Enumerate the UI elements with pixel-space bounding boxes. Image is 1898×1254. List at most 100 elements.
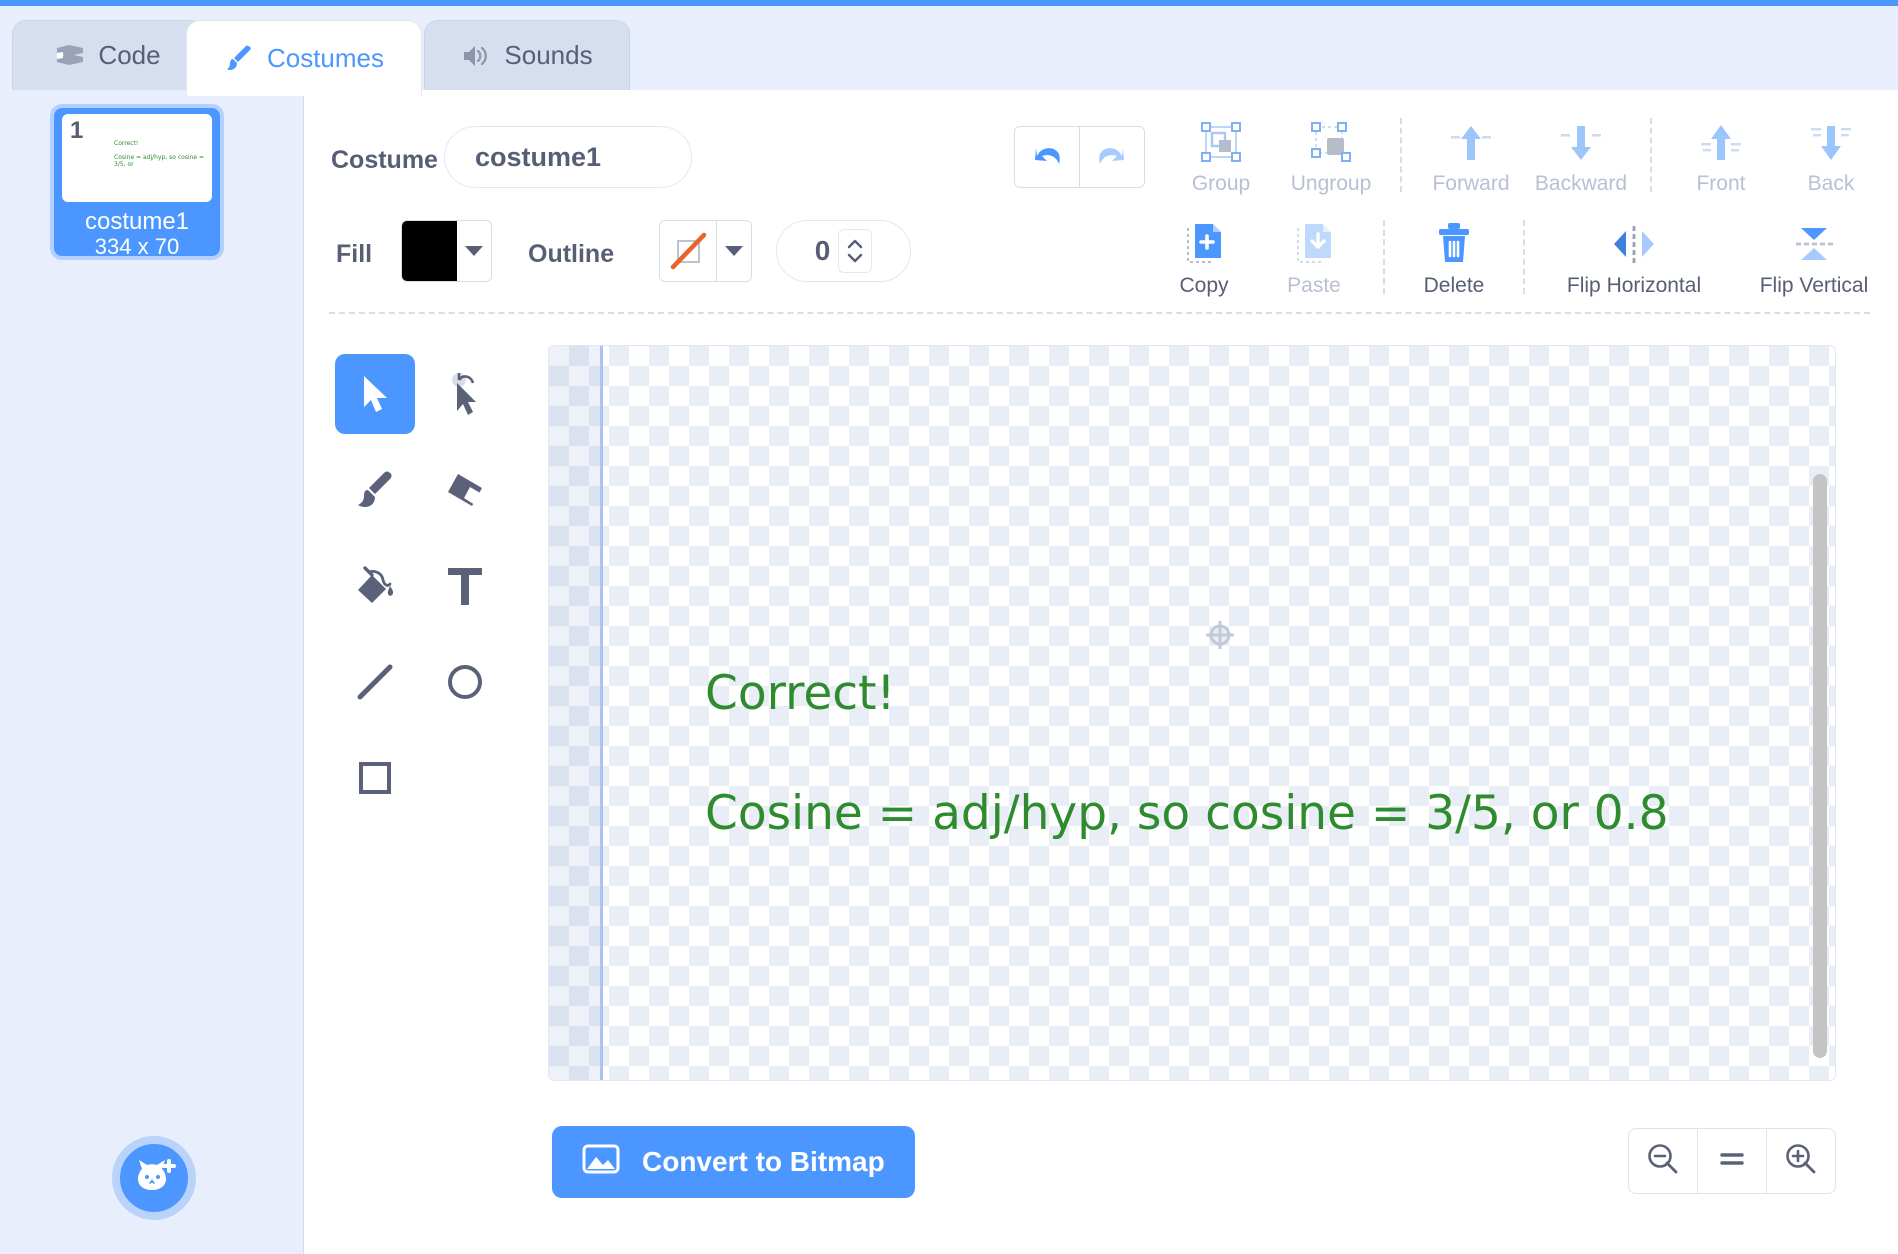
- costume-item-size: 334 x 70: [94, 234, 180, 259]
- back-button[interactable]: Back: [1776, 118, 1886, 196]
- paint-canvas[interactable]: Correct! Cosine = adj/hyp, so cosine = 3…: [548, 345, 1836, 1081]
- undo-button[interactable]: [1015, 127, 1080, 187]
- rectangle-icon: [359, 762, 391, 794]
- backward-button[interactable]: Backward: [1526, 118, 1636, 196]
- zoom-in-button[interactable]: [1766, 1129, 1835, 1193]
- outline-chevron-down-icon: [717, 221, 751, 281]
- chevron-down-icon: [848, 253, 863, 263]
- reshape-icon: [452, 373, 476, 415]
- tab-costumes[interactable]: Costumes: [186, 20, 422, 96]
- canvas-text-line-1: Correct!: [705, 666, 896, 721]
- circle-icon: [448, 665, 482, 699]
- crosshair-icon: [1203, 618, 1237, 652]
- ungroup-button[interactable]: Ungroup: [1276, 118, 1386, 196]
- canvas-vertical-scrollbar[interactable]: [1813, 474, 1827, 1058]
- trash-icon: [1433, 220, 1475, 266]
- backward-label: Backward: [1534, 172, 1628, 195]
- tool-fill[interactable]: [330, 538, 420, 634]
- costume-list-item-1[interactable]: 1 Correct! Cosine = adj/hyp, so cosine =…: [50, 104, 224, 260]
- palette-row-3: [330, 538, 510, 634]
- stroke-width-value: 0: [814, 235, 831, 266]
- costume-name-label: Costume: [331, 146, 438, 174]
- paste-button[interactable]: Paste: [1259, 220, 1369, 298]
- toolbar-horizontal-divider: [329, 312, 1870, 314]
- scratch-costume-editor: Code Costumes Sounds 1 Correct! Cosine =…: [0, 0, 1898, 1254]
- edit-tool-group: Copy Paste Delete Flip Horizontal Flip V…: [1149, 220, 1898, 298]
- image-icon: [582, 1143, 620, 1182]
- back-arrow-icon: [1809, 118, 1853, 164]
- backward-arrow-icon: [1559, 118, 1603, 164]
- redo-arrow-icon: [1094, 140, 1130, 175]
- speaker-icon: [461, 43, 491, 69]
- fill-color-button[interactable]: [401, 220, 492, 282]
- flip-horizontal-button[interactable]: Flip Horizontal: [1539, 220, 1729, 298]
- fill-label: Fill: [336, 240, 373, 268]
- toolbar-row-bottom: Fill Outline 0 Copy Paste Delete Flip Ho…: [304, 212, 1898, 308]
- tool-palette: [330, 346, 510, 826]
- arrange-tool-group: Group Ungroup Forward Backward Front Bac…: [1166, 118, 1886, 196]
- costume-thumb-line-2: Cosine = adj/hyp, so cosine = 3/5, or: [114, 154, 205, 168]
- zoom-controls: [1628, 1128, 1836, 1194]
- canvas-left-edge-line: [600, 346, 603, 1080]
- front-label: Front: [1696, 172, 1746, 195]
- convert-to-bitmap-label: Convert to Bitmap: [642, 1146, 885, 1177]
- chevron-up-icon: [848, 239, 863, 249]
- stroke-width-field[interactable]: 0: [776, 220, 911, 282]
- paste-icon: [1293, 220, 1335, 266]
- forward-arrow-icon: [1449, 118, 1493, 164]
- tab-sounds[interactable]: Sounds: [424, 20, 630, 90]
- copy-button[interactable]: Copy: [1149, 220, 1259, 298]
- redo-button[interactable]: [1080, 127, 1145, 187]
- ungroup-label: Ungroup: [1290, 172, 1372, 195]
- stroke-width-stepper[interactable]: [838, 229, 873, 273]
- costume-thumb-line-1: Correct!: [114, 140, 139, 147]
- costume-item-name: costume1: [84, 208, 190, 235]
- costume-thumbnail: 1 Correct! Cosine = adj/hyp, so cosine =…: [62, 114, 212, 202]
- toolbar-divider-4: [1523, 220, 1525, 294]
- zoom-reset-icon: [1716, 1145, 1748, 1178]
- paintbrush-icon: [224, 44, 254, 74]
- editor-body: 1 Correct! Cosine = adj/hyp, so cosine =…: [0, 90, 1898, 1254]
- costume-list-sidebar: 1 Correct! Cosine = adj/hyp, so cosine =…: [0, 90, 304, 1254]
- tab-code[interactable]: Code: [12, 20, 204, 90]
- canvas-left-shade: [549, 346, 600, 1080]
- delete-button[interactable]: Delete: [1399, 220, 1509, 298]
- canvas-text-line-2: Cosine = adj/hyp, so cosine = 3/5, or 0.…: [705, 786, 1669, 841]
- palette-row-2: [330, 442, 510, 538]
- add-costume-button[interactable]: [112, 1136, 196, 1220]
- zoom-out-icon: [1645, 1141, 1681, 1182]
- tool-line[interactable]: [330, 634, 420, 730]
- front-button[interactable]: Front: [1666, 118, 1776, 196]
- tool-brush[interactable]: [330, 442, 420, 538]
- tool-text[interactable]: [420, 538, 510, 634]
- flip-vertical-button[interactable]: Flip Vertical: [1729, 220, 1898, 298]
- group-icon: [1199, 118, 1243, 164]
- tool-reshape[interactable]: [420, 346, 510, 442]
- tab-bar: Code Costumes Sounds: [0, 6, 1898, 96]
- tab-sounds-label: Sounds: [504, 40, 593, 70]
- flip-vertical-label: Flip Vertical: [1759, 274, 1869, 297]
- forward-button[interactable]: Forward: [1416, 118, 1526, 196]
- tool-circle[interactable]: [420, 634, 510, 730]
- costume-index: 1: [70, 117, 84, 144]
- paint-bucket-icon: [358, 566, 394, 603]
- text-tool-icon: [448, 568, 482, 605]
- outline-none-icon: [660, 221, 718, 281]
- zoom-out-button[interactable]: [1629, 1129, 1697, 1193]
- tool-select[interactable]: [330, 346, 420, 442]
- convert-to-bitmap-button[interactable]: Convert to Bitmap: [552, 1126, 915, 1198]
- toolbar-divider-2: [1650, 118, 1652, 192]
- copy-label: Copy: [1179, 274, 1229, 297]
- palette-row-5: [330, 730, 510, 826]
- group-button[interactable]: Group: [1166, 118, 1276, 196]
- undo-arrow-icon: [1029, 140, 1065, 175]
- front-arrow-icon: [1699, 118, 1743, 164]
- zoom-reset-button[interactable]: [1697, 1129, 1766, 1193]
- tool-rectangle[interactable]: [330, 730, 420, 826]
- costume-name-input[interactable]: [444, 126, 692, 188]
- eraser-icon: [448, 474, 482, 506]
- outline-color-button[interactable]: [659, 220, 752, 282]
- line-icon: [357, 664, 393, 700]
- tool-eraser[interactable]: [420, 442, 510, 538]
- palette-row-1: [330, 346, 510, 442]
